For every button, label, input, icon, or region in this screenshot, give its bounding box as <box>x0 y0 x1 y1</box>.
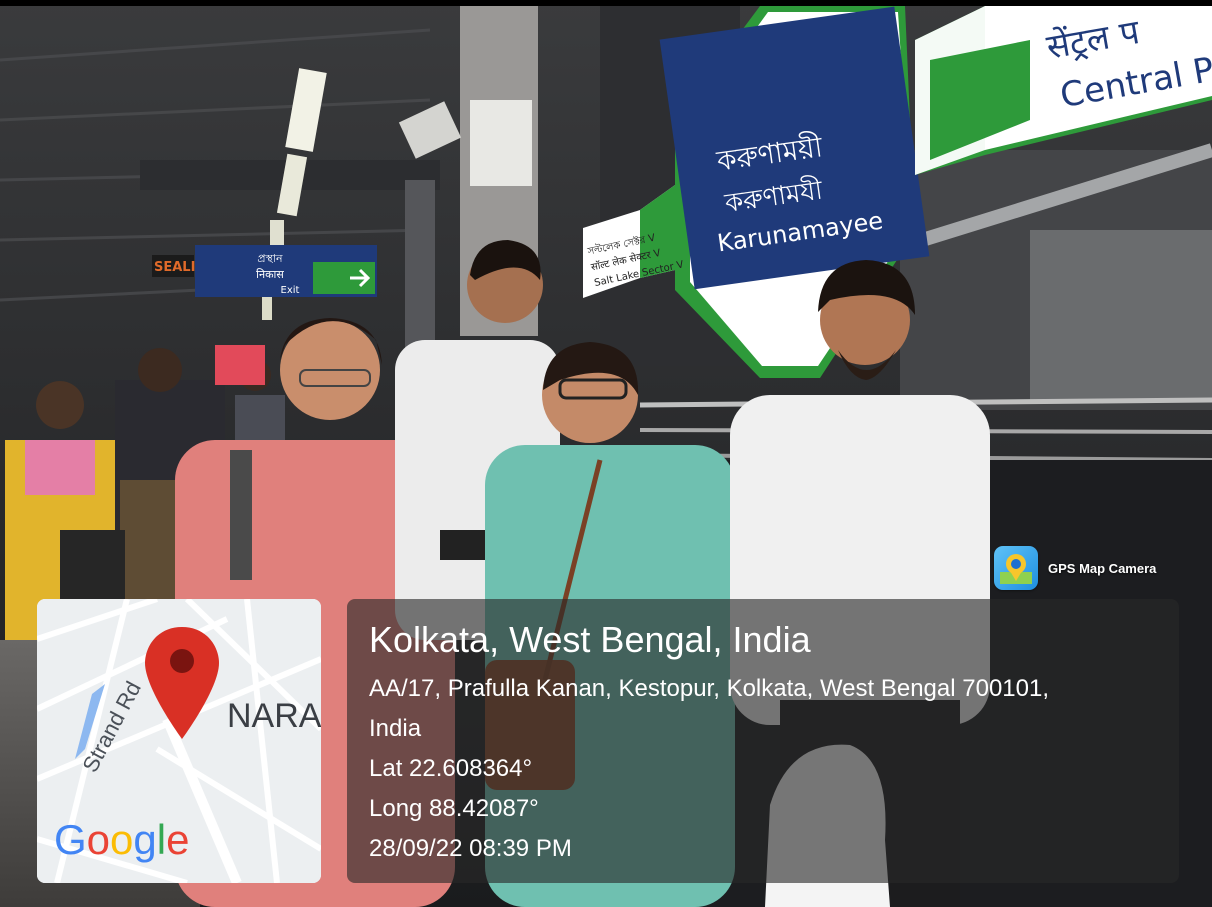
google-logo: Google <box>54 816 189 863</box>
gps-camera-badge: GPS Map Camera <box>994 545 1156 591</box>
exit-english: Exit <box>281 285 300 296</box>
exit-bengali: প্রস্থান <box>257 252 283 265</box>
location-datetime: 28/09/22 08:39 PM <box>369 835 572 862</box>
map-thumbnail: Strand Rd NARA Google <box>37 599 321 883</box>
exit-hindi: निकास <box>256 268 284 281</box>
location-address-line-1: AA/17, Prafulla Kanan, Kestopur, Kolkata… <box>369 675 1050 702</box>
gps-camera-label: GPS Map Camera <box>1048 560 1157 576</box>
map-area-label: NARA <box>227 697 321 735</box>
location-info-panel: Kolkata, West Bengal, India AA/17, Prafu… <box>347 599 1179 883</box>
location-longitude: Long 88.42087° <box>369 795 539 822</box>
sealdah-sign: SEALI <box>154 260 195 275</box>
location-city: Kolkata, West Bengal, India <box>369 619 811 660</box>
location-latitude: Lat 22.608364° <box>369 755 533 782</box>
map-pin-icon <box>994 546 1038 590</box>
location-address-line-2: India <box>369 715 422 742</box>
